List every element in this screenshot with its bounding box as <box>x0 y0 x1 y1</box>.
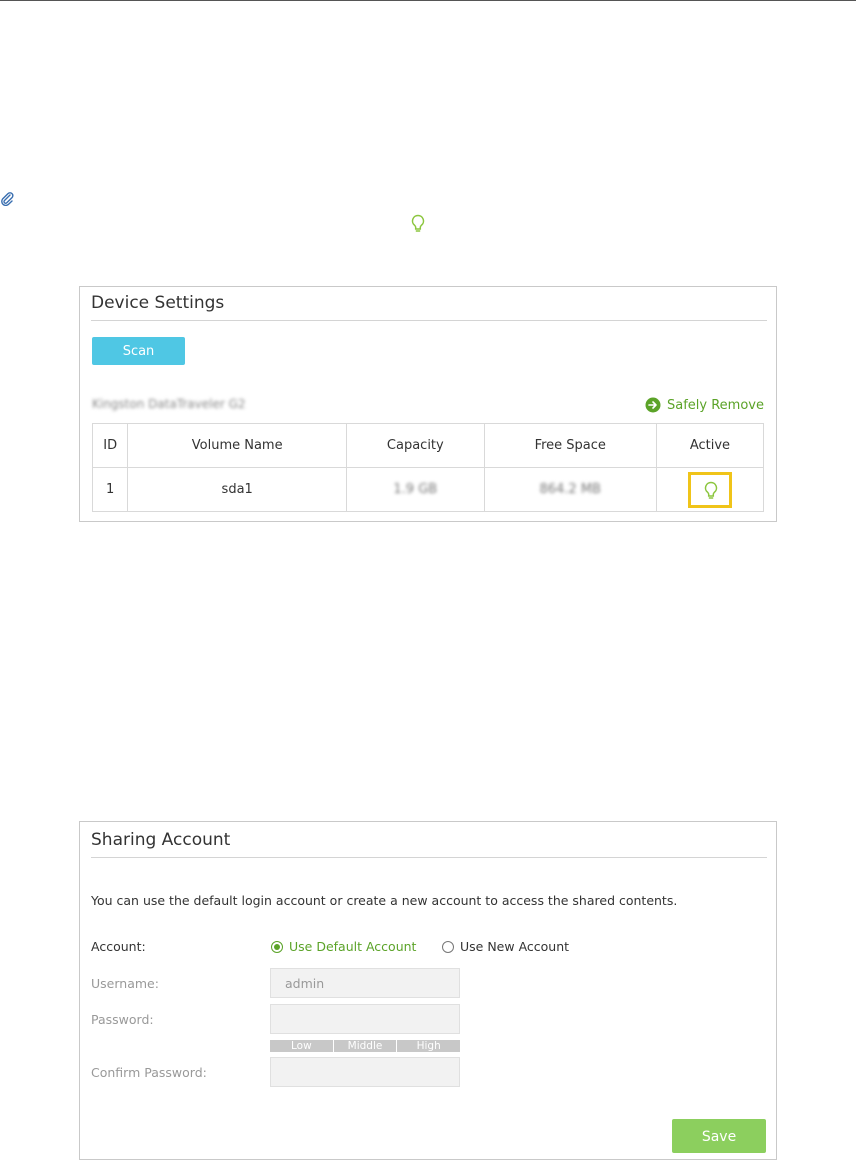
save-button[interactable]: Save <box>672 1119 766 1153</box>
cell-id: 1 <box>91 467 129 512</box>
username-label: Username: <box>91 976 159 991</box>
account-label: Account: <box>91 939 146 954</box>
device-settings-title: Device Settings <box>91 293 225 313</box>
strength-low: Low <box>270 1040 334 1052</box>
header-capacity: Capacity <box>346 423 485 468</box>
sharing-description: You can use the default login account or… <box>91 893 678 908</box>
title-divider <box>91 857 767 858</box>
device-table: ID Volume Name Capacity Free Space Activ… <box>91 423 765 512</box>
arrow-circle-icon <box>645 397 661 413</box>
radio-use-default-account[interactable]: Use Default Account <box>271 939 416 954</box>
password-field[interactable] <box>270 1004 460 1034</box>
sharing-account-title: Sharing Account <box>91 830 231 850</box>
device-settings-panel: Device Settings Scan Kingston DataTravel… <box>79 286 777 522</box>
strength-middle: Middle <box>333 1040 398 1052</box>
top-divider <box>0 0 856 1</box>
bulb-icon <box>704 481 718 499</box>
bulb-icon <box>411 214 425 232</box>
strength-high: High <box>397 1040 461 1052</box>
scan-button[interactable]: Scan <box>92 337 185 365</box>
header-id: ID <box>91 423 129 468</box>
safely-remove-label: Safely Remove <box>667 397 764 413</box>
password-strength-meter: Low Middle High <box>270 1040 461 1052</box>
cell-active <box>655 467 765 512</box>
cell-free-space: 864.2 MB <box>483 467 657 512</box>
header-active: Active <box>655 423 765 468</box>
username-field[interactable] <box>270 968 460 998</box>
cell-volume-name: sda1 <box>127 467 347 512</box>
radio-unselected-icon <box>442 940 454 953</box>
confirm-password-field[interactable] <box>270 1057 460 1087</box>
radio-use-new-account[interactable]: Use New Account <box>442 939 569 954</box>
sharing-account-panel: Sharing Account You can use the default … <box>79 821 777 1160</box>
device-name: Kingston DataTraveler G2 <box>92 397 246 411</box>
radio-selected-icon <box>271 940 283 953</box>
header-free-space: Free Space <box>483 423 657 468</box>
table-header-row: ID Volume Name Capacity Free Space Activ… <box>91 423 765 468</box>
paperclip-icon <box>1 192 14 206</box>
cell-capacity: 1.9 GB <box>346 467 485 512</box>
password-label: Password: <box>91 1012 154 1027</box>
confirm-password-label: Confirm Password: <box>91 1065 207 1080</box>
table-row: 1 sda1 1.9 GB 864.2 MB <box>91 467 765 512</box>
radio-label-default: Use Default Account <box>289 939 417 954</box>
active-toggle[interactable] <box>687 471 732 508</box>
title-divider <box>91 320 767 321</box>
radio-label-new: Use New Account <box>460 939 570 954</box>
header-volume-name: Volume Name <box>127 423 347 468</box>
safely-remove-link[interactable]: Safely Remove <box>645 397 764 413</box>
